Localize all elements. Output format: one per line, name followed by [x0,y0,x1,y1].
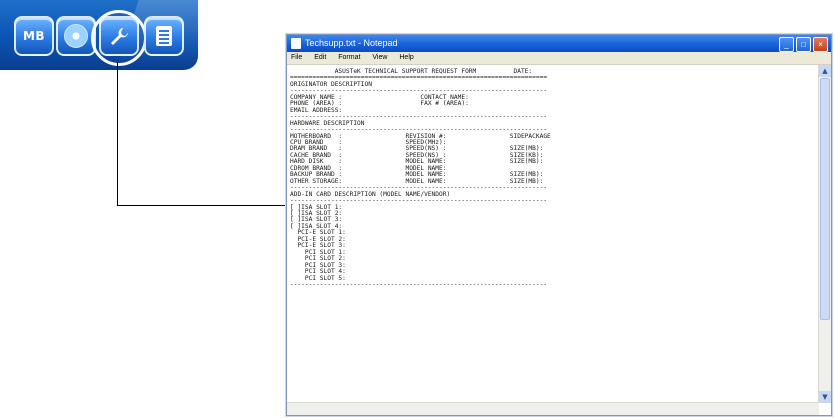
window-title: Techsupp.txt - Notepad [305,38,398,48]
document-button[interactable] [144,16,184,56]
scroll-thumb[interactable] [820,78,830,320]
menu-format[interactable]: Format [338,54,360,61]
notepad-app-icon [291,38,301,49]
horizontal-scrollbar[interactable] [287,402,819,415]
close-button[interactable]: × [813,37,828,52]
menu-help[interactable]: Help [399,54,413,61]
notepad-window: Techsupp.txt - Notepad _ □ × File Edit F… [286,34,832,416]
window-titlebar[interactable]: Techsupp.txt - Notepad _ □ × [287,35,831,52]
callout-line-horizontal [117,205,287,206]
callout-line-vertical [117,62,118,206]
mb-label: MB [22,29,46,43]
motherboard-info-button[interactable]: MB [14,16,54,56]
minimize-button[interactable]: _ [779,37,794,52]
cd-icon [64,24,88,48]
cd-button[interactable] [56,16,96,56]
menu-file[interactable]: File [291,54,302,61]
menu-bar: File Edit Format View Help [287,52,831,65]
menu-edit[interactable]: Edit [314,54,326,61]
document-icon [156,26,172,46]
menu-view[interactable]: View [372,54,387,61]
maximize-button[interactable]: □ [796,37,811,52]
scroll-up-button[interactable]: ▲ [819,65,831,77]
scroll-down-button[interactable]: ▼ [819,391,831,403]
selection-highlight-circle [91,10,147,66]
text-area[interactable]: ASUSTeK TECHNICAL SUPPORT REQUEST FORM D… [287,65,819,403]
vertical-scrollbar[interactable]: ▲ ▼ [818,65,831,403]
utility-toolbar: MB [0,0,198,70]
support-form-text[interactable]: ASUSTeK TECHNICAL SUPPORT REQUEST FORM D… [287,65,819,288]
